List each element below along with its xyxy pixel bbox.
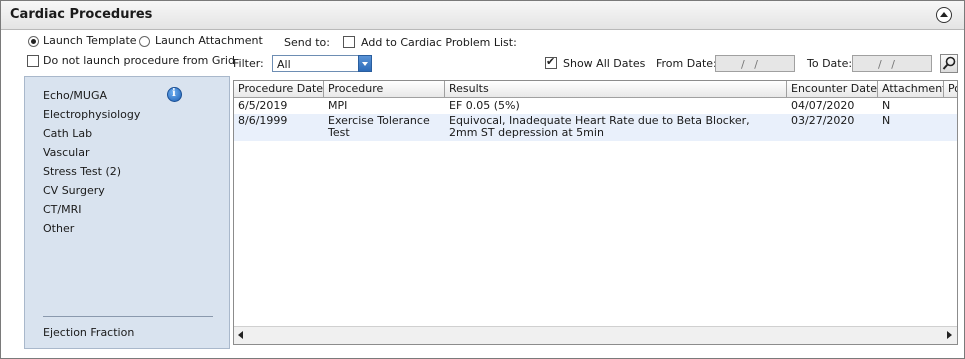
to-date-label: To Date: xyxy=(807,57,853,70)
show-all-dates-checkbox[interactable]: ✔ xyxy=(545,55,557,69)
nav-item-echo-muga[interactable]: Echo/MUGA xyxy=(43,89,107,102)
no-launch-checkbox[interactable] xyxy=(27,55,39,67)
panel-header: Cardiac Procedures xyxy=(1,1,964,30)
nav-item-other[interactable]: Other xyxy=(43,222,74,235)
panel-title: Cardiac Procedures xyxy=(10,7,153,22)
cell-attachment: N xyxy=(882,114,891,127)
scroll-right-icon[interactable] xyxy=(947,331,952,339)
nav-item-vascular[interactable]: Vascular xyxy=(43,146,89,159)
cell-attachment: N xyxy=(882,99,891,112)
procedure-category-panel: Echo/MUGA Electrophysiology Cath Lab Vas… xyxy=(24,76,230,349)
filter-value: All xyxy=(277,58,291,71)
launch-attachment-label: Launch Attachment xyxy=(155,34,263,47)
cell-procedure-date: 8/6/1999 xyxy=(238,114,288,127)
column-header-results[interactable]: Results xyxy=(445,81,787,98)
from-date-label: From Date: xyxy=(656,57,717,70)
cell-results: EF 0.05 (5%) xyxy=(449,99,520,112)
nav-item-cv-surgery[interactable]: CV Surgery xyxy=(43,184,105,197)
show-all-dates-label: Show All Dates xyxy=(563,57,646,70)
checkmark-icon: ✔ xyxy=(546,55,556,68)
dropdown-arrow-icon[interactable] xyxy=(358,55,372,72)
column-header-encounter-date[interactable]: Encounter Date xyxy=(787,81,878,98)
launch-template-radio[interactable] xyxy=(28,36,39,47)
column-header-po[interactable]: Po xyxy=(944,81,957,98)
to-date-value: / / xyxy=(878,58,898,71)
nav-divider xyxy=(43,316,213,317)
table-row[interactable]: 8/6/1999 Exercise Tolerance Test Equivoc… xyxy=(234,114,957,141)
chevron-up-icon xyxy=(940,12,948,17)
horizontal-scrollbar[interactable] xyxy=(234,326,957,344)
no-launch-label: Do not launch procedure from Grid xyxy=(43,54,235,67)
send-to-label: Send to: xyxy=(284,36,330,49)
cell-procedure: Exercise Tolerance Test xyxy=(328,114,430,139)
problem-list-label: Add to Cardiac Problem List: xyxy=(361,36,517,49)
scroll-left-icon[interactable] xyxy=(238,331,243,339)
cardiac-procedures-panel: Cardiac Procedures Launch Template Launc… xyxy=(0,0,965,359)
column-header-procedure-date[interactable]: Procedure Date xyxy=(234,81,324,98)
column-header-procedure[interactable]: Procedure xyxy=(324,81,445,98)
nav-item-electrophysiology[interactable]: Electrophysiology xyxy=(43,108,140,121)
nav-item-stress-test[interactable]: Stress Test (2) xyxy=(43,165,121,178)
launch-attachment-radio[interactable] xyxy=(139,36,150,47)
from-date-input[interactable]: / / xyxy=(715,55,795,72)
nav-item-ct-mri[interactable]: CT/MRI xyxy=(43,203,81,216)
nav-item-cath-lab[interactable]: Cath Lab xyxy=(43,127,92,140)
table-row[interactable]: 6/5/2019 MPI EF 0.05 (5%) 04/07/2020 N xyxy=(234,99,957,113)
cell-encounter-date: 04/07/2020 xyxy=(791,99,855,112)
filter-select[interactable]: All xyxy=(272,55,372,72)
column-header-attachment[interactable]: Attachment xyxy=(878,81,944,98)
procedures-grid: Procedure Date Procedure Results Encount… xyxy=(233,80,958,345)
search-button[interactable] xyxy=(940,54,958,73)
cell-procedure: MPI xyxy=(328,99,348,112)
from-date-value: / / xyxy=(741,58,761,71)
problem-list-checkbox[interactable] xyxy=(343,36,355,48)
filter-label: Filter: xyxy=(233,57,264,70)
info-icon[interactable] xyxy=(167,87,182,102)
to-date-input[interactable]: / / xyxy=(852,55,932,72)
launch-template-label: Launch Template xyxy=(43,34,137,47)
cell-results: Equivocal, Inadequate Heart Rate due to … xyxy=(449,114,750,139)
nav-item-ejection-fraction[interactable]: Ejection Fraction xyxy=(43,326,134,339)
cell-procedure-date: 6/5/2019 xyxy=(238,99,288,112)
search-icon xyxy=(942,56,956,70)
collapse-button[interactable] xyxy=(936,7,952,23)
cell-encounter-date: 03/27/2020 xyxy=(791,114,855,127)
